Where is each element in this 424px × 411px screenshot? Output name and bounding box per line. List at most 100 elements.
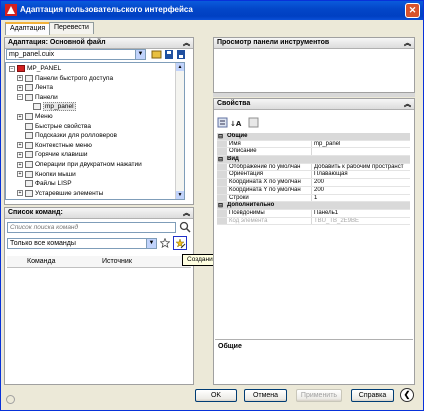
tree-item-label: Контекстные меню [35,141,92,149]
panels-icon [25,93,33,101]
expand-node-icon[interactable]: + [17,161,23,168]
apply-button[interactable]: Применить [296,389,342,402]
collapse-category-icon[interactable]: ⊟ [218,133,223,140]
property-gutter [217,140,227,148]
tree-item[interactable]: Быстрые свойства [17,122,91,132]
tree-item[interactable]: + Горячие клавиши [17,151,87,160]
property-row[interactable]: Код элемента TBU_TB_2E9BE [217,217,410,226]
property-row[interactable]: Координата Y по умолчан 200 [217,186,410,195]
collapse-chevron-icon[interactable]: ︽ [183,38,190,48]
rollover-icon [25,132,33,140]
properties-header: Свойства ︽ [214,99,414,110]
property-value[interactable]: 200 [311,179,410,186]
property-row[interactable]: Имя mp_panel [217,140,410,149]
property-gutter [217,163,227,171]
property-category[interactable]: ⊟ Дополнительно [217,202,410,210]
command-list[interactable] [7,269,191,383]
autocad-app-icon [5,4,17,16]
window-title: Адаптация пользовательского интерфейса [20,5,193,14]
tree-item[interactable]: + Меню [17,113,53,122]
save-icon[interactable] [165,50,173,59]
collapse-node-icon[interactable]: − [9,65,15,72]
new-command-icon [174,237,185,248]
property-value[interactable]: 1 [311,194,410,202]
property-value[interactable]: TBU_TB_2E9BE [311,217,410,225]
expand-node-icon[interactable]: + [17,151,23,158]
expand-node-icon[interactable]: + [17,84,23,91]
property-value[interactable]: Плавающая [311,171,410,179]
customization-tree[interactable]: − MP_PANEL + Панели быстрого доступа + Лента −… [5,62,185,200]
alphabetical-icon[interactable]: ↓A [230,120,242,128]
property-value[interactable] [311,148,410,156]
expand-node-icon[interactable]: + [17,171,23,178]
help-button[interactable]: Справка [351,389,394,402]
tree-scrollbar[interactable]: ▲ ▼ [175,63,184,199]
property-grid[interactable]: ⊟ Общие Имя mp_panel Описание ⊟ Вид Отображение… [217,133,410,226]
categorized-icon[interactable] [217,117,228,128]
tree-item[interactable]: − MP_PANEL [9,65,61,74]
property-category[interactable]: ⊟ Общие [217,133,410,141]
expand-node-icon[interactable]: + [17,190,23,197]
property-row[interactable]: Координата X по умолчан 200 [217,179,410,187]
column-source[interactable]: Источник [102,258,132,265]
command-search-input[interactable] [7,222,176,233]
property-pages-icon[interactable] [248,117,259,128]
property-row[interactable]: Отображение по умолчан Добавить к рабочим… [217,163,410,172]
cancel-button[interactable]: Отмена [244,389,287,402]
tree-item-label: Панели [35,93,58,101]
new-command-button[interactable] [173,236,187,250]
chevron-down-icon[interactable]: ▼ [146,239,156,248]
search-icon[interactable] [179,221,191,233]
property-row[interactable]: Псевдонимы Панель1 [217,209,410,218]
tree-item[interactable]: mp_panel [25,102,76,112]
save-as-icon[interactable] [177,50,185,59]
star-icon[interactable] [160,238,170,248]
tree-item[interactable]: Подсказки для ролловеров [17,132,117,141]
scroll-up-icon[interactable]: ▲ [176,63,184,71]
tab-customize[interactable]: Адаптация [5,22,51,35]
tree-item[interactable]: + Лента [17,84,53,93]
open-file-icon[interactable] [151,50,162,59]
expand-node-icon[interactable]: + [17,142,23,149]
collapse-chevron-icon[interactable]: ︽ [183,208,190,218]
property-name: Координата Y по умолчан [229,186,301,193]
tree-item[interactable]: Файлы LISP [17,180,72,189]
help-circle-icon[interactable] [6,395,15,404]
property-value[interactable]: 200 [311,186,410,194]
chevron-down-icon[interactable]: ▼ [135,50,145,59]
property-name: Псевдонимы [229,209,265,216]
collapse-dialog-icon[interactable]: ❮ [400,388,414,402]
command-filter-combo[interactable]: Только все команды ▼ [7,238,157,249]
scroll-down-icon[interactable]: ▼ [176,191,184,199]
property-row[interactable]: Ориентация Плавающая [217,171,410,180]
title-bar[interactable]: Адаптация пользовательского интерфейса ✕ [1,1,423,20]
property-value[interactable]: Панель1 [311,209,410,217]
tree-item[interactable]: + Устаревшие элементы [17,189,103,199]
command-list-header: Список команд: ︽ [5,208,193,219]
tab-transfer[interactable]: Перевести [49,22,94,34]
tree-item[interactable]: + Операции при двукратном нажатии [17,161,142,170]
property-row[interactable]: Строки 1 [217,194,410,203]
expand-node-icon[interactable]: + [17,75,23,82]
property-gutter [217,148,227,156]
collapse-chevron-icon[interactable]: ︽ [404,38,411,48]
property-value[interactable]: mp_panel [311,140,410,148]
collapse-category-icon[interactable]: ⊟ [218,202,223,209]
collapse-category-icon[interactable]: ⊟ [218,156,223,163]
column-command[interactable]: Команда [27,258,56,265]
tree-item[interactable]: + Панели быстрого доступа [17,74,113,84]
tree-item[interactable]: + Кнопки мыши [17,170,76,180]
collapse-chevron-icon[interactable]: ︽ [404,99,411,109]
ok-button[interactable]: OK [195,389,237,402]
close-button[interactable]: ✕ [405,3,420,18]
expand-node-icon[interactable]: + [17,113,23,120]
tree-item-label: Файлы LISP [35,180,72,188]
property-value[interactable]: Добавить к рабочим пространст [311,163,410,171]
property-category[interactable]: ⊟ Вид [217,156,410,164]
menu-icon [25,113,33,120]
collapse-node-icon[interactable]: − [17,94,23,101]
tree-item[interactable]: + Контекстные меню [17,141,92,151]
splitter[interactable] [213,93,415,97]
cuix-file-combo[interactable]: mp_panel.cuix ▼ [6,49,146,60]
property-row[interactable]: Описание [217,148,410,157]
